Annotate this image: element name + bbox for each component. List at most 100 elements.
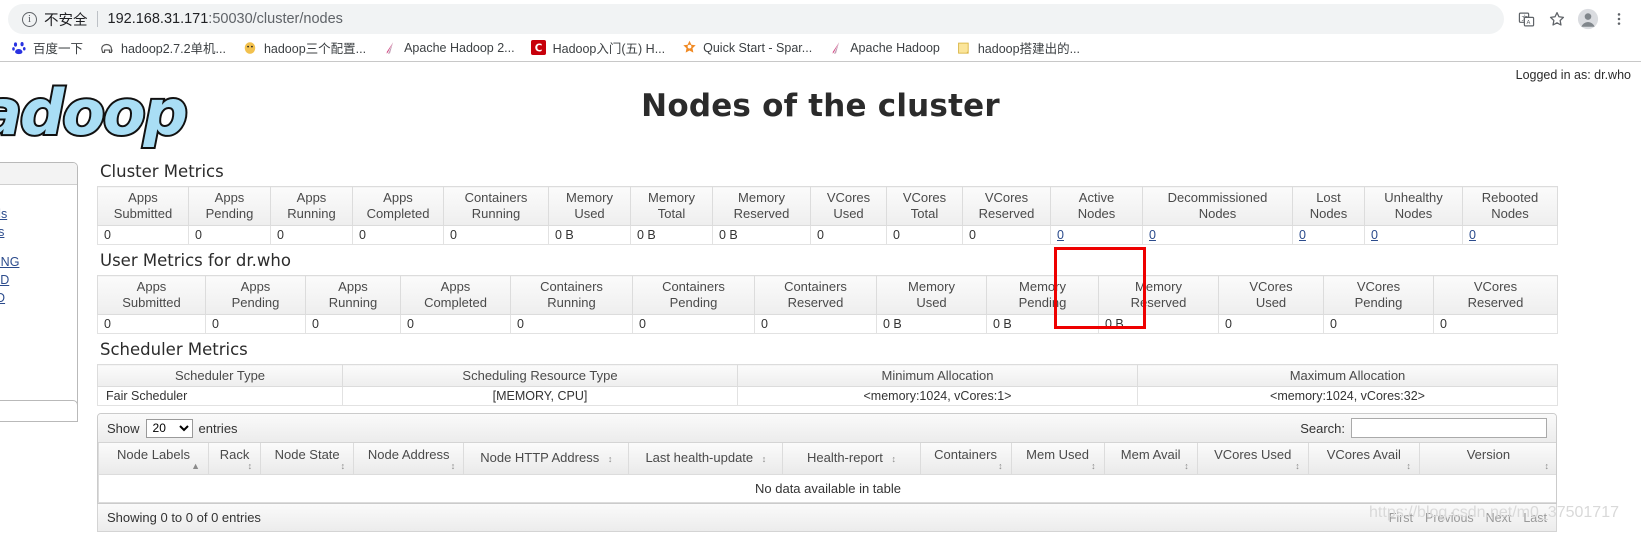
col-memory-total[interactable]: Memory Total [630, 186, 713, 226]
bookmark-label: hadoop2.7.2单机... [121, 42, 226, 56]
col-vcores-reserved[interactable]: VCores Reserved [1433, 275, 1558, 315]
profile-icon[interactable] [1574, 5, 1602, 33]
sort-both-icon[interactable]: ↕ [341, 462, 346, 471]
bookmark-item[interactable]: Quick Start - Spar... [674, 37, 819, 59]
col-mem-avail[interactable]: Mem Avail ↕ [1103, 443, 1198, 475]
col-rebooted-nodes[interactable]: Rebooted Nodes [1462, 186, 1558, 226]
sidebar-link[interactable]: Applications [0, 225, 4, 239]
sort-both-icon[interactable]: ↕ [762, 454, 767, 464]
col-decommissioned-nodes[interactable]: Decommissioned Nodes [1142, 186, 1293, 226]
site-info-icon[interactable]: i [22, 11, 37, 27]
col-last-health-update[interactable]: Last health-update ↕ [628, 443, 784, 475]
col-memory-pending[interactable]: Memory Pending [986, 275, 1099, 315]
page-length-select[interactable]: 20 40 60 80 100 [145, 418, 193, 438]
col-minimum-allocation[interactable]: Minimum Allocation [737, 364, 1138, 387]
col-mem-used[interactable]: Mem Used ↕ [1010, 443, 1105, 475]
bookmark-item[interactable]: 百度一下 [4, 35, 90, 60]
col-node-http-address[interactable]: Node HTTP Address ↕ [463, 443, 630, 475]
col-containers[interactable]: Containers ↕ [919, 443, 1012, 475]
sort-both-icon[interactable]: ↕ [248, 462, 253, 471]
col-containers-pending[interactable]: Containers Pending [632, 275, 755, 315]
col-label-line2: Completed [366, 206, 430, 221]
cell-decommissioned-nodes[interactable]: 0 [1142, 225, 1293, 245]
sidebar-item-finished[interactable]: FINISHED [0, 325, 77, 343]
sidebar-item-failed[interactable]: FAILED [0, 343, 77, 361]
col-memory-reserved[interactable]: Memory Reserved [1098, 275, 1219, 315]
sort-both-icon[interactable]: ↕ [1184, 462, 1189, 471]
sidebar-item-running[interactable]: RUNNING [0, 307, 77, 325]
bookmark-item[interactable]: Apache Hadoop [821, 37, 947, 59]
col-maximum-allocation[interactable]: Maximum Allocation [1137, 364, 1558, 387]
sidebar-item-new-saving[interactable]: NEW_SAVING [0, 253, 77, 271]
col-node-labels[interactable]: Node Labels ▲ [98, 443, 210, 475]
bookmark-item[interactable]: Apache Hadoop 2... [375, 37, 522, 59]
col-apps-pending[interactable]: Apps Pending [205, 275, 306, 315]
sort-both-icon[interactable]: ↕ [1545, 462, 1550, 471]
col-containers-reserved[interactable]: Containers Reserved [754, 275, 877, 315]
col-unhealthy-nodes[interactable]: Unhealthy Nodes [1364, 186, 1463, 226]
bookmark-star-icon[interactable] [1543, 5, 1571, 33]
col-containers-running[interactable]: Containers Running [510, 275, 633, 315]
col-label-line1: VCores [902, 190, 947, 205]
bookmark-item[interactable]: hadoop三个配置... [235, 35, 373, 60]
user-metrics-heading: User Metrics for dr.who [100, 251, 291, 270]
bookmark-item[interactable]: hadoop2.7.2单机... [92, 35, 233, 60]
col-memory-used[interactable]: Memory Used [876, 275, 987, 315]
sort-both-icon[interactable]: ↕ [451, 462, 456, 471]
col-apps-completed[interactable]: Apps Completed [400, 275, 511, 315]
col-vcores-pending[interactable]: VCores Pending [1323, 275, 1434, 315]
col-lost-nodes[interactable]: Lost Nodes [1292, 186, 1365, 226]
cell-minimum-allocation: <memory:1024, vCores:1> [737, 386, 1138, 406]
col-version[interactable]: Version ↕ [1418, 443, 1556, 475]
col-containers-running[interactable]: Containers Running [443, 186, 549, 226]
col-vcores-used[interactable]: VCores Used [1218, 275, 1324, 315]
translate-icon[interactable]: 文 A [1512, 5, 1540, 33]
col-apps-submitted[interactable]: Apps Submitted [97, 275, 206, 315]
sidebar-item-accepted[interactable]: ACCEPTED [0, 289, 77, 307]
bookmark-item[interactable]: hadoop搭建出的... [949, 35, 1087, 60]
sidebar-item-applications[interactable]: Applications [0, 223, 77, 241]
cell-lost-nodes[interactable]: 0 [1292, 225, 1365, 245]
col-apps-pending[interactable]: Apps Pending [188, 186, 271, 226]
cell-active-nodes[interactable]: 0 [1050, 225, 1143, 245]
col-scheduler-type[interactable]: Scheduler Type [97, 364, 343, 387]
sort-both-icon[interactable]: ↕ [998, 462, 1003, 471]
cell-rebooted-nodes[interactable]: 0 [1462, 225, 1558, 245]
sidebar-link[interactable]: ACCEPTED [0, 291, 5, 305]
sidebar-item-node-labels[interactable]: Node Labels [0, 205, 77, 223]
col-memory-used[interactable]: Memory Used [548, 186, 631, 226]
sidebar-link[interactable]: NEW_SAVING [0, 255, 19, 269]
col-rack[interactable]: Rack ↕ [208, 443, 262, 475]
bookmark-item[interactable]: C Hadoop入门(五) H... [524, 35, 673, 60]
sort-both-icon[interactable]: ↕ [891, 454, 896, 464]
col-apps-running[interactable]: Apps Running [270, 186, 353, 226]
sidebar-link[interactable]: Node Labels [0, 207, 7, 221]
address-bar[interactable]: i 不安全 192.168.31.171:50030/cluster/nodes [8, 4, 1504, 34]
sidebar-link[interactable]: SUBMITTED [0, 273, 9, 287]
sidebar-item-killed[interactable]: KILLED [0, 361, 77, 379]
col-node-address[interactable]: Node Address ↕ [353, 443, 465, 475]
col-memory-reserved[interactable]: Memory Reserved [712, 186, 811, 226]
col-vcores-avail[interactable]: VCores Avail ↕ [1307, 443, 1420, 475]
cell-unhealthy-nodes[interactable]: 0 [1364, 225, 1463, 245]
col-vcores-reserved[interactable]: VCores Reserved [962, 186, 1051, 226]
more-vert-icon[interactable] [1605, 5, 1633, 33]
col-scheduling-resource-type[interactable]: Scheduling Resource Type [342, 364, 738, 387]
col-vcores-used[interactable]: VCores Used [810, 186, 887, 226]
col-apps-submitted[interactable]: Apps Submitted [97, 186, 189, 226]
sort-both-icon[interactable]: ↕ [608, 454, 613, 464]
col-active-nodes[interactable]: Active Nodes [1050, 186, 1143, 226]
col-apps-running[interactable]: Apps Running [305, 275, 401, 315]
sort-both-icon[interactable]: ↕ [1091, 462, 1096, 471]
col-vcores-used[interactable]: VCores Used ↕ [1196, 443, 1309, 475]
table-header-row: Node Labels ▲ Rack ↕ Node State ↕ Node A… [98, 443, 1556, 475]
col-vcores-total[interactable]: VCores Total [886, 186, 963, 226]
sidebar-item-submitted[interactable]: SUBMITTED [0, 271, 77, 289]
sort-asc-icon[interactable]: ▲ [191, 462, 200, 471]
search-input[interactable] [1351, 418, 1547, 438]
col-apps-completed[interactable]: Apps Completed [352, 186, 444, 226]
col-health-report[interactable]: Health-report ↕ [782, 443, 921, 475]
col-node-state[interactable]: Node State ↕ [260, 443, 355, 475]
sort-both-icon[interactable]: ↕ [1406, 462, 1411, 471]
sort-both-icon[interactable]: ↕ [1295, 462, 1300, 471]
